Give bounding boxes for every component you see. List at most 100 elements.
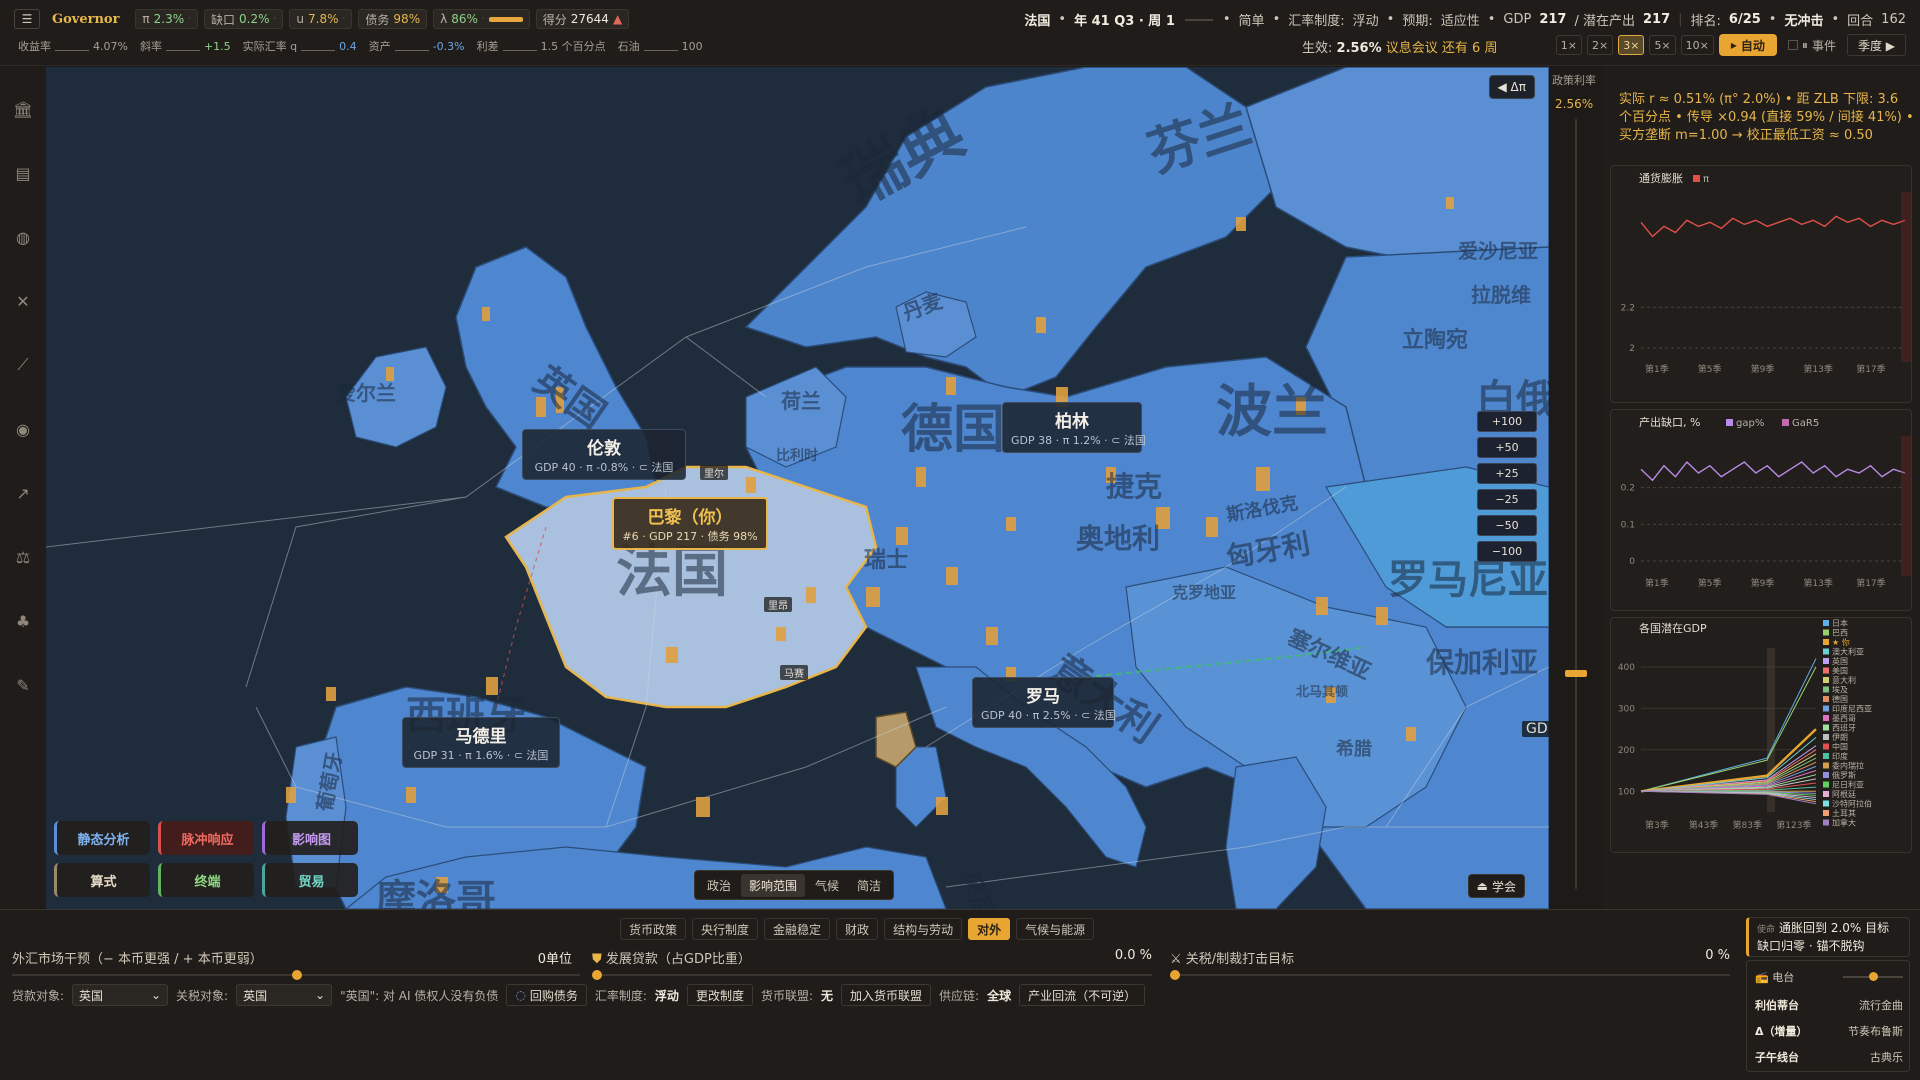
tariff-handle[interactable] [1170, 970, 1180, 980]
trade-button[interactable]: 贸易 [262, 863, 358, 897]
buyback-debt-button[interactable]: ◌ 回购债务 [506, 984, 587, 1006]
dev-loan-track[interactable] [592, 974, 1152, 976]
edit-icon[interactable]: ✎ [9, 671, 37, 699]
city-madrid[interactable]: 马德里 GDP 31 · π 1.6% · ⊂ 法国 [402, 717, 560, 768]
score-up-icon: ▲ [612, 12, 623, 26]
city-tag-marseille[interactable]: 马赛 [780, 665, 808, 680]
legend-swatch [1823, 686, 1829, 693]
layer-tab-politics[interactable]: 政治 [699, 874, 739, 897]
world-map[interactable]: 瑞典 芬兰 爱沙尼亚 拉脱维 立陶宛 丹麦 荷兰 比利时 德国 波兰 白俄 捷克… [46, 67, 1549, 909]
trend-icon[interactable]: ↗ [9, 479, 37, 507]
adjust-minus-25[interactable]: −25 [1477, 489, 1537, 510]
adjust-plus-50[interactable]: +50 [1477, 437, 1537, 458]
legend-label: 阿根廷 [1832, 789, 1856, 799]
loan-target-select[interactable]: 英国 ⌄ [72, 984, 169, 1006]
difficulty: 简单 [1238, 14, 1265, 29]
speed-10x[interactable]: 10× [1680, 35, 1714, 55]
fx-intervention-handle[interactable] [292, 970, 302, 980]
adjust-plus-25[interactable]: +25 [1477, 463, 1537, 484]
country-label: 立陶宛 [1402, 327, 1469, 353]
coins-icon[interactable]: ◍ [9, 223, 37, 251]
chip-lambda[interactable]: λ 86% · [433, 9, 530, 29]
join-union-button[interactable]: 加入货币联盟 [841, 984, 932, 1006]
tab-external[interactable]: 对外 [968, 918, 1011, 940]
tab-climate-energy[interactable]: 气候与能源 [1016, 918, 1095, 940]
status-row: ☰ Governor π 2.3% · 缺口 0.2% · u 7.8% · 债务 98% λ… [14, 8, 630, 30]
chip-inflation[interactable]: π 2.3% · [135, 9, 199, 29]
chip-score[interactable]: 得分 27644 ▲ [535, 9, 630, 29]
tab-structural-labor[interactable]: 结构与劳动 [884, 918, 963, 940]
layer-tab-simple[interactable]: 简洁 [849, 874, 889, 897]
legend-label: 埃及 [1832, 685, 1848, 695]
dev-loan-handle[interactable] [592, 970, 602, 980]
bank-icon[interactable]: 🏛 [9, 95, 37, 123]
city-tag-lille[interactable]: 里尔 [700, 465, 728, 480]
terminal-button[interactable]: 终端 [158, 863, 254, 897]
speed-5x[interactable]: 5× [1649, 35, 1676, 55]
output-gap-chart-svg: 产出缺口, % gap% GaR5 0 0.1 0.2 第1季 第5季 第9季 第13季 第17季 [1621, 415, 1911, 589]
radio-station-row[interactable]: 利伯蒂台 流行金曲 [1755, 997, 1903, 1013]
indicator-real-fx: 实际汇率 q 0.4 [242, 40, 357, 53]
legend-label: 伊朗 [1832, 732, 1848, 742]
tariff-target-select[interactable]: 英国 ⌄ [236, 984, 333, 1006]
city-rome[interactable]: 罗马 GDP 40 · π 2.5% · ⊂ 法国 [972, 677, 1116, 728]
radio-station-row[interactable]: Δ（增量） 节奏布鲁斯 [1755, 1023, 1903, 1039]
city-paris-you[interactable]: 巴黎（你） #6 · GDP 217 · 债务 98% [612, 497, 768, 550]
layer-tab-climate[interactable]: 气候 [807, 874, 847, 897]
speed-1x[interactable]: 1× [1555, 35, 1582, 55]
chip-debt[interactable]: 债务 98% [358, 9, 428, 29]
menu-icon[interactable]: ☰ [14, 9, 40, 29]
map-layer-tabs: 政治 影响范围 气候 简洁 [694, 870, 895, 900]
academy-button[interactable]: ⏏ 学会 [1467, 874, 1525, 898]
change-regime-button[interactable]: 更改制度 [686, 984, 753, 1006]
adjust-plus-100[interactable]: +100 [1477, 411, 1537, 432]
static-analysis-button[interactable]: 静态分析 [54, 821, 150, 855]
delta-pi-toggle[interactable]: ◀ Δπ [1488, 75, 1535, 99]
indicator-row: 收益率 4.07% 斜率 +1.5 实际汇率 q 0.4 资产 -0.3% 利差 1.5 … [18, 38, 703, 54]
reshoring-button[interactable]: 产业回流（不可逆） [1019, 984, 1146, 1006]
season-button[interactable]: 季度 ▶ [1846, 34, 1906, 56]
radio-station-row[interactable]: 子午线台 古典乐 [1755, 1049, 1903, 1065]
speed-2x[interactable]: 2× [1587, 35, 1614, 55]
legend-label: 意大利 [1832, 675, 1856, 685]
chip-unemployment[interactable]: u 7.8% · [289, 9, 353, 29]
volume-slider[interactable] [1843, 972, 1903, 981]
tariff-track[interactable] [1170, 974, 1730, 976]
adjust-minus-50[interactable]: −50 [1477, 515, 1537, 536]
legend-label: 土耳其 [1832, 808, 1856, 818]
tab-monetary[interactable]: 货币政策 [620, 918, 687, 940]
formula-button[interactable]: 算式 [54, 863, 150, 897]
legend-swatch [1823, 648, 1829, 655]
line-chart-icon[interactable]: ⟋ [9, 351, 37, 379]
scale-icon[interactable]: ⚖ [9, 543, 37, 571]
country-label: 捷克 [1106, 470, 1163, 503]
plant-icon[interactable]: ♣ [9, 607, 37, 635]
policy-rate-track[interactable] [1575, 119, 1577, 889]
tab-central-bank[interactable]: 央行制度 [692, 918, 759, 940]
chip-gap[interactable]: 缺口 0.2% · [204, 9, 284, 29]
partial-gdp-label: GD [1522, 721, 1549, 737]
tools-icon[interactable]: ✕ [9, 287, 37, 315]
layer-tab-influence[interactable]: 影响范围 [741, 873, 806, 897]
policy-rate-handle[interactable] [1565, 670, 1587, 678]
globe-icon[interactable]: ◉ [9, 415, 37, 443]
legend-label: 委内瑞拉 [1832, 761, 1864, 771]
tab-financial-stability[interactable]: 金融稳定 [764, 918, 831, 940]
auto-button[interactable]: ▸ 自动 [1718, 34, 1777, 56]
mission-card[interactable]: 使命 通胀回到 2.0% 目标 缺口归零 · 锚不脱钩 [1746, 917, 1910, 957]
speed-3x[interactable]: 3× [1618, 35, 1645, 55]
influence-graph-button[interactable]: 影响图 [262, 821, 358, 855]
country-label: 波兰 [1216, 379, 1328, 445]
events-toggle[interactable]: ⏸ 事件 [1782, 35, 1842, 55]
top-bar: ☰ Governor π 2.3% · 缺口 0.2% · u 7.8% · 债务 98% λ… [0, 0, 1920, 66]
city-london[interactable]: 伦敦 GDP 40 · π -0.8% · ⊂ 法国 [522, 429, 686, 480]
tariff-slider: ⚔ 关税/制裁打击目标 0 % [1170, 948, 1730, 988]
y-tick-label: 0.1 [1621, 520, 1635, 530]
city-berlin[interactable]: 柏林 GDP 38 · π 1.2% · ⊂ 法国 [1002, 402, 1146, 453]
adjust-minus-100[interactable]: −100 [1477, 541, 1537, 562]
city-tag-lyon[interactable]: 里昂 [764, 597, 792, 612]
impulse-response-button[interactable]: 脉冲响应 [158, 821, 254, 855]
legend-label: GaR5 [1792, 418, 1819, 429]
tab-fiscal[interactable]: 财政 [836, 918, 879, 940]
ledger-icon[interactable]: ▤ [9, 159, 37, 187]
